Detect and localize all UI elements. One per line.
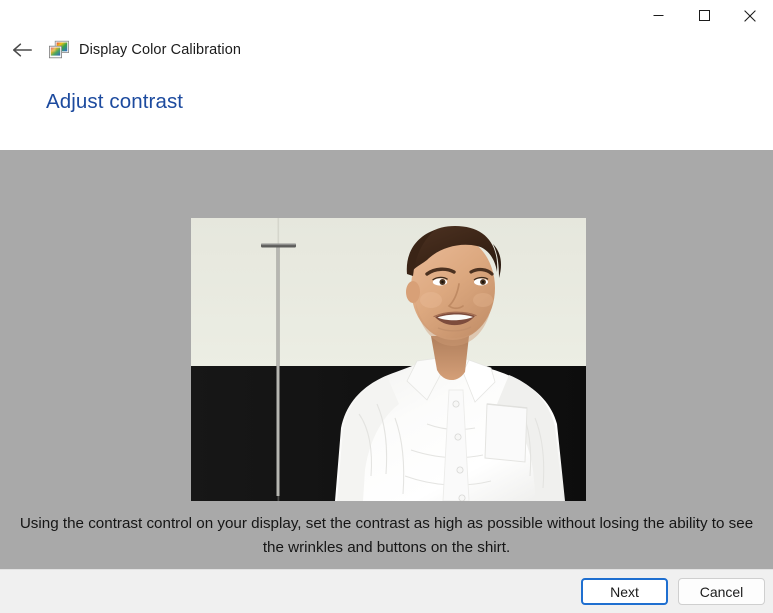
heading-area: Adjust contrast: [0, 69, 773, 150]
maximize-button[interactable]: [681, 0, 727, 31]
calibration-stage: Using the contrast control on your displ…: [0, 150, 773, 569]
title-bar: [0, 0, 773, 31]
page-title: Adjust contrast: [46, 90, 184, 113]
app-header: Display Color Calibration: [0, 31, 773, 69]
app-title: Display Color Calibration: [79, 42, 242, 58]
back-arrow-icon: [13, 43, 32, 57]
instruction-caption: Using the contrast control on your displ…: [19, 515, 754, 556]
footer-actions: Next Cancel: [0, 569, 773, 613]
contrast-sample-photo: [191, 218, 586, 501]
cancel-button[interactable]: Cancel: [678, 578, 765, 605]
minimize-button[interactable]: [635, 0, 681, 31]
contrast-sample-photo-graphic: [191, 218, 586, 501]
display-color-calibration-window: Display Color Calibration Adjust contras…: [0, 0, 773, 613]
next-button[interactable]: Next: [581, 578, 668, 605]
back-button[interactable]: [6, 34, 38, 66]
display-color-calibration-icon: [48, 40, 69, 59]
close-icon: [744, 9, 756, 22]
maximize-icon: [698, 10, 710, 21]
minimize-icon: [653, 15, 663, 16]
close-button[interactable]: [727, 0, 773, 31]
